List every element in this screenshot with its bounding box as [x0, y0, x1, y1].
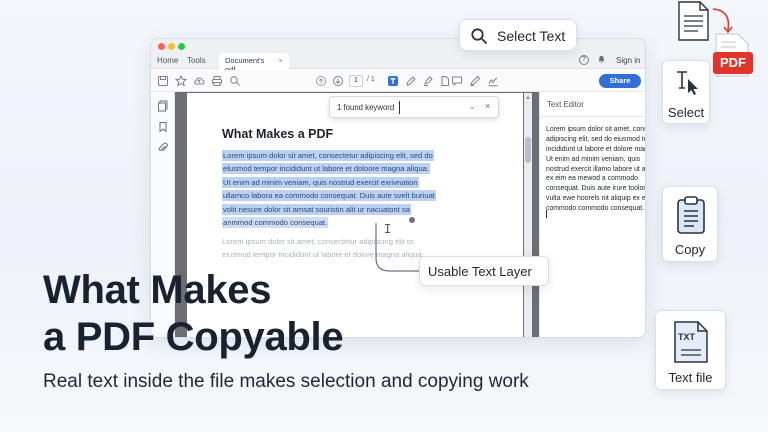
editor-line: consequat. Duis aute irure toolor fit in — [546, 185, 646, 193]
divider — [540, 116, 645, 117]
text-file-label: Text file — [668, 370, 713, 385]
search-icon — [470, 27, 488, 45]
select-label: Select — [667, 105, 705, 120]
select-text-callout: Select Text — [459, 19, 577, 51]
selected-line[interactable]: Lorem ipsum dolor sit amet, consectetur … — [222, 150, 434, 161]
menu-home[interactable]: Home — [157, 56, 178, 65]
text-editor-panel: Text Editor Lorem ipsum dolor sit amet, … — [539, 92, 646, 337]
connector-dot — [409, 217, 415, 223]
document-icon[interactable] — [439, 75, 451, 87]
toolbar: 1 / 1 Share — [151, 70, 645, 92]
close-icon[interactable]: × — [485, 101, 490, 111]
editor-line: Ut enim ad minim veniam, quis — [546, 155, 641, 163]
editor-line: ex eim ea mewod a commodo — [546, 175, 638, 183]
attachment-icon[interactable] — [157, 142, 169, 154]
copy-card: Copy — [662, 186, 718, 262]
close-window-button[interactable] — [158, 43, 165, 50]
maximize-window-button[interactable] — [178, 43, 185, 50]
selected-line[interactable]: elusmod tempor incididunt ut labore et d… — [222, 163, 431, 175]
search-input[interactable]: 1 found keyword — [337, 103, 394, 112]
search-caret — [399, 101, 400, 114]
cloud-upload-icon[interactable] — [193, 75, 205, 87]
share-button[interactable]: Share — [599, 74, 641, 88]
pages-icon[interactable] — [157, 100, 169, 112]
comment-icon[interactable] — [451, 75, 463, 87]
selected-line[interactable]: ullamco labora ea commodo consequat. Dui… — [222, 190, 436, 202]
tab-close-icon[interactable]: × — [279, 56, 283, 65]
page-total: / 1 — [367, 76, 375, 83]
editor-line: vulta ewe hoorels nit aliquip ex ea — [546, 195, 646, 203]
page-down-icon[interactable] — [332, 75, 344, 87]
selected-line[interactable]: anmmod commodo consequat. — [222, 216, 329, 228]
select-card: Select — [662, 60, 710, 124]
subtitle: Real text inside the file makes selectio… — [43, 371, 529, 392]
copy-label: Copy — [674, 242, 706, 257]
pdf-badge-label: PDF — [720, 55, 746, 70]
bell-icon[interactable] — [597, 55, 606, 66]
text-file-card: TXT Text file — [655, 310, 726, 390]
page-number-input[interactable]: 1 — [349, 75, 363, 87]
scrollbar-thumb[interactable] — [525, 137, 531, 163]
editor-line: adipiscing elit, sed do eiusmod tempor — [546, 135, 645, 143]
selected-line[interactable]: Ut enim ad minim veniam, quis nostrud ex… — [222, 176, 419, 188]
share-button-label: Share — [609, 76, 631, 85]
text-select-cursor-icon — [673, 69, 701, 97]
markup-pen-icon[interactable] — [469, 75, 481, 87]
highlight-icon[interactable] — [422, 75, 434, 87]
editor-line: Lorem ipsum dolor sit amet, consectetur — [546, 126, 645, 133]
sign-in-link[interactable]: Sign in — [616, 56, 640, 65]
headline-line-1: What Makes — [43, 268, 272, 312]
save-icon[interactable] — [157, 75, 169, 87]
editor-line: nostrud exercit illamo labore ut aliquip… — [546, 165, 646, 173]
text-cursor-icon: I — [384, 222, 392, 236]
selected-text-block[interactable]: Lorem ipsum dolor sit amet, consectetur … — [222, 149, 472, 229]
minimize-window-button[interactable] — [168, 43, 175, 50]
menu-tools[interactable]: Tools — [187, 56, 206, 65]
print-icon[interactable] — [211, 75, 223, 87]
selected-line[interactable]: volit nesure dolor sit amsat souristin a… — [222, 203, 411, 215]
editor-caret — [546, 210, 547, 218]
sign-icon[interactable] — [487, 75, 499, 87]
text-tool-icon[interactable] — [387, 75, 399, 87]
find-bar: 1 found keyword ⌄ × — [329, 96, 499, 118]
clipboard-icon — [675, 195, 707, 235]
tab-document[interactable]: Document's pdf... × — [219, 53, 289, 74]
editor-line: commodo commodo consequat. — [546, 205, 645, 213]
txt-badge-label: TXT — [678, 332, 695, 342]
star-icon[interactable] — [175, 75, 187, 87]
text-editor-title: Text Editor — [547, 100, 584, 109]
scroll-up-icon[interactable]: ▲ — [525, 95, 531, 101]
headline-line-2: a PDF Copyable — [43, 315, 344, 359]
document-scrollbar[interactable] — [524, 93, 532, 337]
chevron-down-icon[interactable]: ⌄ — [469, 102, 476, 111]
bookmark-icon[interactable] — [157, 121, 169, 133]
page-up-icon[interactable] — [315, 75, 327, 87]
help-icon[interactable]: ? — [579, 55, 589, 65]
select-text-label: Select Text — [497, 28, 566, 44]
faded-line: Lorem ipsum dolor sit amet, consectetur … — [222, 237, 414, 246]
editor-line: incididunt ut labore et dolore magna ali… — [546, 145, 645, 153]
text-editor-content[interactable]: Lorem ipsum dolor sit amet, consectetur … — [546, 125, 646, 214]
edit-pen-icon[interactable] — [405, 75, 417, 87]
zoom-icon[interactable] — [229, 75, 241, 87]
usable-text-layer-label: Usable Text Layer — [428, 264, 532, 279]
headline: What Makes a PDF Copyable — [43, 267, 344, 361]
txt-file-icon — [672, 320, 710, 364]
usable-text-layer-callout: Usable Text Layer — [419, 256, 549, 286]
document-heading: What Makes a PDF — [222, 127, 334, 141]
tab-bar: Home Tools Document's pdf... × ? Sign in — [151, 53, 645, 74]
